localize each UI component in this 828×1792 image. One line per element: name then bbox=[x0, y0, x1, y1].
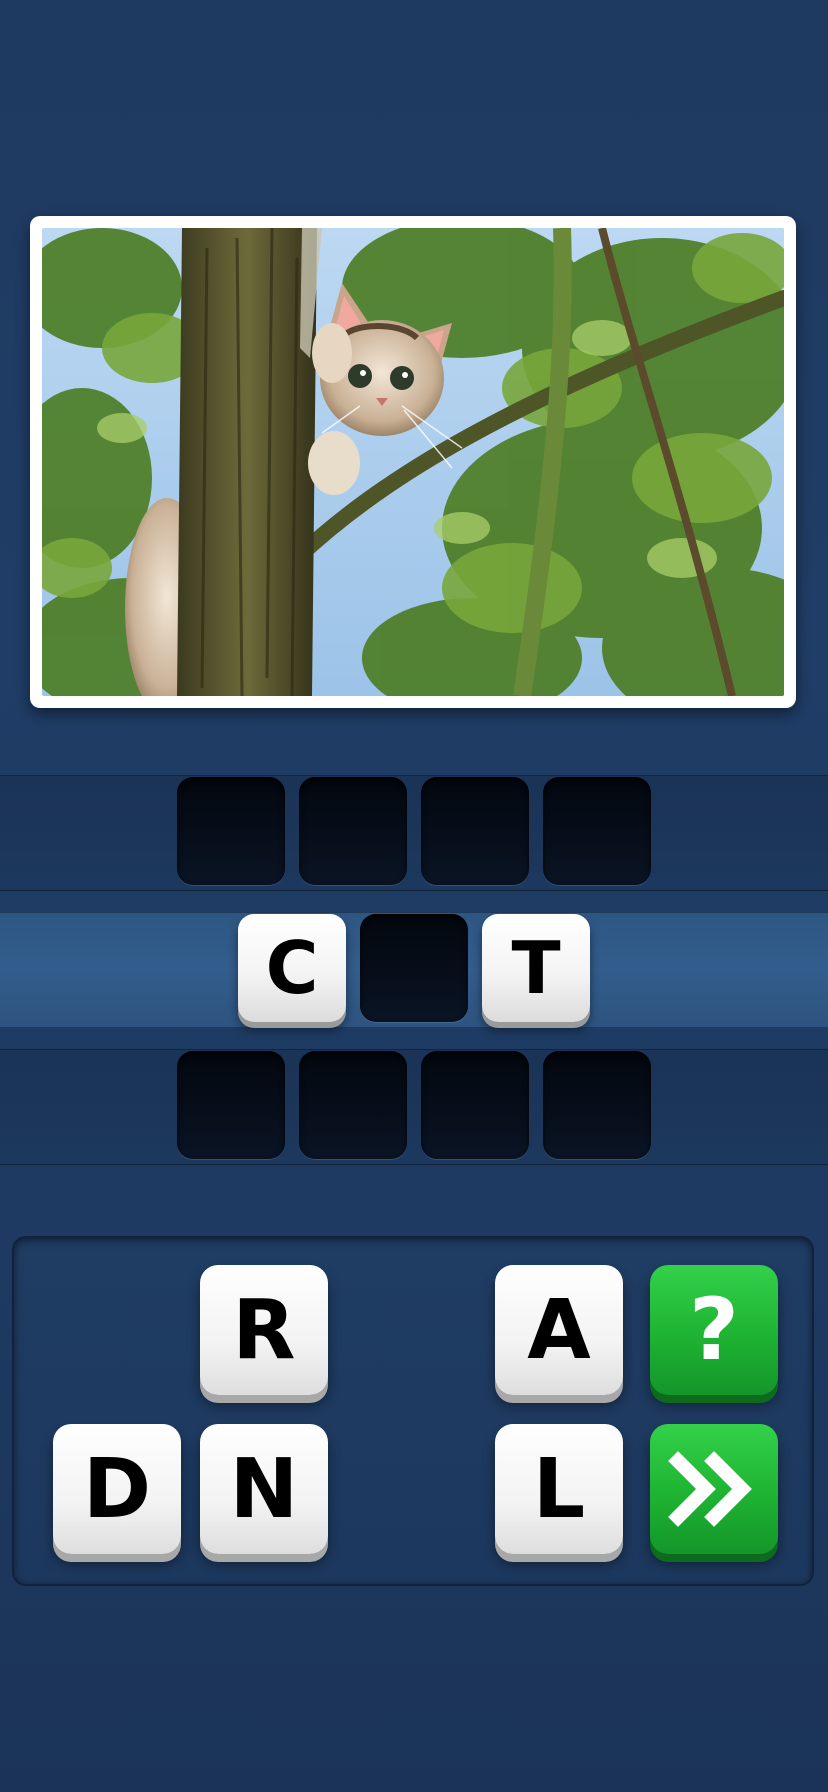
hint-button[interactable]: ? bbox=[650, 1265, 778, 1395]
answer-row-3 bbox=[0, 1051, 828, 1161]
skip-button[interactable] bbox=[650, 1424, 778, 1554]
letter-key-n[interactable]: N bbox=[200, 1424, 328, 1554]
double-chevron-right-icon bbox=[668, 1451, 752, 1527]
placed-letter-tile[interactable]: C bbox=[238, 914, 346, 1022]
letter-key-d[interactable]: D bbox=[53, 1424, 181, 1554]
letter-keyboard-panel: R A ? D N L bbox=[12, 1236, 814, 1586]
answer-row-1 bbox=[0, 777, 828, 887]
placed-letter-tile[interactable]: T bbox=[482, 914, 590, 1022]
kitten-in-tree-image bbox=[42, 228, 784, 696]
empty-slot[interactable] bbox=[177, 1051, 285, 1159]
answer-row-2: C T bbox=[0, 914, 828, 1024]
puzzle-photo-frame bbox=[30, 216, 796, 708]
letter-key-l[interactable]: L bbox=[495, 1424, 623, 1554]
puzzle-photo bbox=[42, 228, 784, 696]
letter-key-r[interactable]: R bbox=[200, 1265, 328, 1395]
empty-slot[interactable] bbox=[543, 777, 651, 885]
letter-key-a[interactable]: A bbox=[495, 1265, 623, 1395]
empty-slot[interactable] bbox=[543, 1051, 651, 1159]
question-mark-icon: ? bbox=[689, 1280, 739, 1380]
empty-slot[interactable] bbox=[299, 1051, 407, 1159]
empty-slot[interactable] bbox=[421, 1051, 529, 1159]
empty-slot[interactable] bbox=[360, 914, 468, 1022]
empty-slot[interactable] bbox=[177, 777, 285, 885]
empty-slot[interactable] bbox=[299, 777, 407, 885]
empty-slot[interactable] bbox=[421, 777, 529, 885]
